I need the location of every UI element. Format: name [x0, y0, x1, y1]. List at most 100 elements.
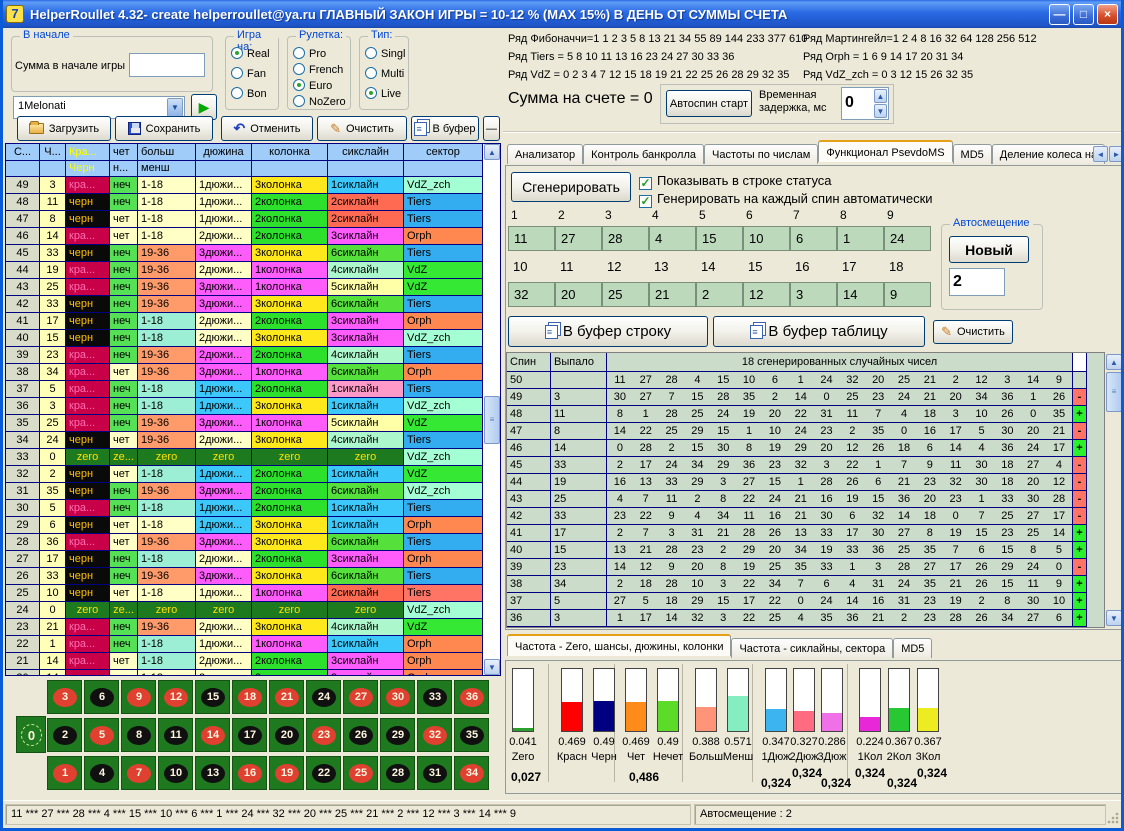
tab-частоты-по-числам[interactable]: Частоты по числам	[704, 144, 818, 164]
history-header-cell[interactable]: сикслайн	[328, 144, 404, 161]
history-header-cell[interactable]: дюжина	[196, 144, 252, 161]
history-header-cell[interactable]: Кра...	[66, 144, 110, 161]
spin-scrollbar-thumb[interactable]: ≡	[1106, 372, 1122, 412]
generated-cell[interactable]: 24	[884, 226, 931, 251]
toolbar-button-3[interactable]: ↶Отменить	[221, 116, 313, 141]
radio-option-French[interactable]: French	[293, 63, 343, 76]
roulette-board[interactable]: 3216549871211101514131817162120192423222…	[3, 678, 503, 796]
board-cell-10[interactable]: 10	[158, 756, 193, 790]
generated-cell[interactable]: 11	[508, 226, 555, 251]
table-row[interactable]: 4811812825241920223111741831026035+	[507, 406, 1104, 423]
table-row[interactable]: 2510чернчет1-181дюжи...1колонка2сиклайнT…	[6, 585, 500, 602]
table-row[interactable]: 46140282153081929201226186144362417+	[507, 440, 1104, 457]
generated-cell[interactable]: 12	[743, 282, 790, 307]
tabs-scroll-right-icon[interactable]: ►	[1109, 146, 1124, 162]
history-header-cell[interactable]: больш	[138, 144, 196, 161]
table-row[interactable]: 43254711282224211619153620231333028-	[507, 491, 1104, 508]
spin-table[interactable]: СпинВыпало18 сгенерированных случайных ч…	[506, 352, 1105, 628]
tab-контроль-банкролла[interactable]: Контроль банкролла	[583, 144, 704, 164]
table-row[interactable]: 221кра...неч1-181дюжи...1колонка1сиклайн…	[6, 636, 500, 653]
board-cell-15[interactable]: 15	[195, 680, 230, 714]
board-cell-7[interactable]: 7	[121, 756, 156, 790]
numbers-header-cell[interactable]: 18 сгенерированных случайных чисел	[607, 353, 1073, 372]
resize-grip[interactable]	[1106, 811, 1119, 824]
board-cell-22[interactable]: 22	[306, 756, 341, 790]
generated-cell[interactable]: 21	[649, 282, 696, 307]
generated-cell[interactable]: 15	[696, 226, 743, 251]
history-header-cell[interactable]	[6, 161, 40, 177]
board-cell-11[interactable]: 11	[158, 718, 193, 752]
board-cell-1[interactable]: 1	[47, 756, 82, 790]
history-scrollbar-thumb[interactable]: ≡	[484, 396, 500, 444]
generated-cell[interactable]: 20	[555, 282, 602, 307]
radio-option-Fan[interactable]: Fan	[231, 67, 266, 80]
history-header-cell[interactable]: менш	[138, 161, 196, 177]
board-cell-35[interactable]: 35	[454, 718, 489, 752]
board-cell-36[interactable]: 36	[454, 680, 489, 714]
generated-cell[interactable]: 2	[696, 282, 743, 307]
tab-анализатор[interactable]: Анализатор	[507, 144, 583, 164]
board-cell-21[interactable]: 21	[269, 680, 304, 714]
board-cell-24[interactable]: 24	[306, 680, 341, 714]
toolbar-button-4[interactable]: ✎Очистить	[317, 116, 407, 141]
generated-cell[interactable]: 32	[508, 282, 555, 307]
result-header-cell[interactable]: Выпало	[551, 353, 607, 372]
board-cell-16[interactable]: 16	[232, 756, 267, 790]
table-row[interactable]: 4811черннеч1-181дюжи...2колонка2сиклайнT…	[6, 194, 500, 211]
spin-scroll-up-icon[interactable]: ▲	[1106, 354, 1122, 370]
table-row[interactable]: 40151321282322920341933362535761585+	[507, 542, 1104, 559]
radio-option-Live[interactable]: Live	[365, 87, 401, 100]
radio-option-Bon[interactable]: Bon	[231, 87, 267, 100]
table-row[interactable]: 4533черннеч19-363дюжи...3колонка6сиклайн…	[6, 245, 500, 262]
board-cell-20[interactable]: 20	[269, 718, 304, 752]
radio-option-NoZero[interactable]: NoZero	[293, 95, 346, 108]
tabs-scroll-left-icon[interactable]: ◄	[1093, 146, 1108, 162]
board-cell-12[interactable]: 12	[158, 680, 193, 714]
table-row[interactable]: 493кра...неч1-181дюжи...3колонка1сиклайн…	[6, 177, 500, 194]
history-header-cell[interactable]	[328, 161, 404, 177]
board-cell-5[interactable]: 5	[84, 718, 119, 752]
table-row[interactable]: 2321кра...неч19-362дюжи...3колонка4сикла…	[6, 619, 500, 636]
autoshift-new-button[interactable]: Новый	[949, 236, 1029, 263]
table-row[interactable]: 4233черннеч19-363дюжи...3колонка6сиклайн…	[6, 296, 500, 313]
freq-tab-частота-сиклайны-сектора[interactable]: Частота - сиклайны, сектора	[731, 638, 893, 658]
table-row[interactable]: 4533217243429362332322179113018274-	[507, 457, 1104, 474]
freq-tab-md5[interactable]: MD5	[893, 638, 932, 658]
statusline-checkbox[interactable]: ✓Показывать в строке статуса	[639, 173, 832, 190]
generated-cell[interactable]: 6	[790, 226, 837, 251]
table-row[interactable]: 3923кра...неч19-362дюжи...2колонка4сикла…	[6, 347, 500, 364]
board-cell-29[interactable]: 29	[380, 718, 415, 752]
table-row[interactable]: 4117черннеч1-182дюжи...2колонка3сиклайнO…	[6, 313, 500, 330]
table-row[interactable]: 47814222529151102423235016175302021-	[507, 423, 1104, 440]
board-zero-cell[interactable]: 0	[16, 716, 46, 753]
table-row[interactable]: 3424чернчет19-362дюжи...3колонка4сиклайн…	[6, 432, 500, 449]
table-row[interactable]: 3834218281032234764312435212615119+	[507, 576, 1104, 593]
table-row[interactable]: 363кра...неч1-181дюжи...3колонка1сиклайн…	[6, 398, 500, 415]
history-header-cell[interactable]: С...	[6, 144, 40, 161]
board-cell-9[interactable]: 9	[121, 680, 156, 714]
spin-header-cell[interactable]: Спин	[507, 353, 551, 372]
buffer-row-button[interactable]: В буфер строку	[508, 316, 708, 347]
table-row[interactable]: 322чернчет1-181дюжи...2колонка1сиклайнVd…	[6, 466, 500, 483]
table-row[interactable]: 2114кра...чет1-182дюжи...2колонка3сиклай…	[6, 653, 500, 670]
freq-tab-частота-zero-шансы-дюжины-колонки[interactable]: Частота - Zero, шансы, дюжины, колонки	[507, 634, 731, 656]
board-cell-25[interactable]: 25	[343, 756, 378, 790]
board-cell-14[interactable]: 14	[195, 718, 230, 752]
history-header-cell[interactable]	[252, 161, 328, 177]
history-header-cell[interactable]: чет	[110, 144, 138, 161]
radio-option-Euro[interactable]: Euro	[293, 79, 332, 92]
buffer-table-button[interactable]: В буфер таблицу	[713, 316, 925, 347]
board-cell-28[interactable]: 28	[380, 756, 415, 790]
table-row[interactable]: 3834кра...чет19-363дюжи...1колонка6сикла…	[6, 364, 500, 381]
board-cell-34[interactable]: 34	[454, 756, 489, 790]
generated-cell[interactable]: 10	[743, 226, 790, 251]
history-table[interactable]: С...Ч...Кра...четбольшдюжинаколонкасиксл…	[5, 143, 501, 676]
minimize-button[interactable]: —	[1049, 4, 1070, 25]
generate-button[interactable]: Сгенерировать	[511, 172, 631, 202]
table-row[interactable]: 478чернчет1-181дюжи...2колонка2сиклайнTi…	[6, 211, 500, 228]
tab-md5[interactable]: MD5	[953, 144, 992, 164]
spin-scroll-down-icon[interactable]: ▼	[1106, 610, 1122, 626]
board-cell-6[interactable]: 6	[84, 680, 119, 714]
chevron-down-icon[interactable]: ▼	[167, 98, 183, 117]
clear-generated-button[interactable]: ✎ Очистить	[933, 320, 1013, 344]
